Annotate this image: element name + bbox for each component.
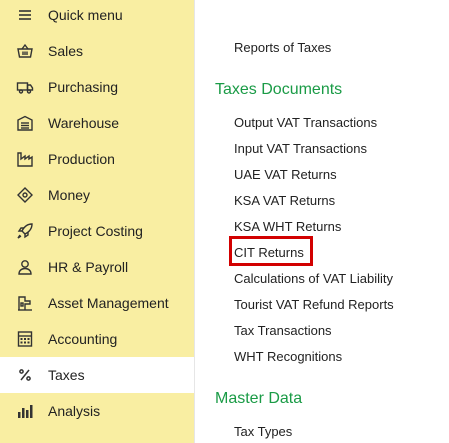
sidebar-item-taxes[interactable]: Taxes <box>0 357 194 393</box>
link-tourist-vat-refund-reports[interactable]: Tourist VAT Refund Reports <box>234 297 394 313</box>
factory-icon <box>15 149 35 169</box>
calculator-icon <box>15 329 35 349</box>
highlight-box <box>229 236 313 266</box>
sidebar-item-label: HR & Payroll <box>48 259 129 275</box>
sidebar-item-label: Accounting <box>48 331 118 347</box>
sidebar-item-label: Money <box>48 187 91 203</box>
sidebar-item-sales[interactable]: Sales <box>0 33 194 69</box>
link-wht-recognitions[interactable]: WHT Recognitions <box>234 349 342 365</box>
chart-icon <box>15 401 35 421</box>
truck-icon <box>15 77 35 97</box>
sidebar-item-label: Purchasing <box>48 79 119 95</box>
percent-icon <box>15 365 35 385</box>
sidebar-item-label: Taxes <box>48 367 85 383</box>
link-ksa-vat-returns[interactable]: KSA VAT Returns <box>234 193 335 209</box>
sidebar-item-label: Project Costing <box>48 223 143 239</box>
link-input-vat-transactions[interactable]: Input VAT Transactions <box>234 141 367 157</box>
sidebar-item-warehouse[interactable]: Warehouse <box>0 105 194 141</box>
person-icon <box>15 257 35 277</box>
sidebar-item-label: Production <box>48 151 115 167</box>
warehouse-icon <box>15 113 35 133</box>
sidebar-item-analysis[interactable]: Analysis <box>0 393 194 429</box>
money-icon <box>15 185 35 205</box>
sidebar-item-asset-management[interactable]: Asset Management <box>0 285 194 321</box>
asset-icon <box>15 293 35 313</box>
sidebar: Quick menu Sales Purchasing Warehouse Pr… <box>0 0 194 443</box>
sidebar-item-label: Warehouse <box>48 115 120 131</box>
rocket-icon <box>15 221 35 241</box>
basket-icon <box>15 41 35 61</box>
link-output-vat-transactions[interactable]: Output VAT Transactions <box>234 115 377 131</box>
sidebar-item-label: Quick menu <box>48 7 123 23</box>
sidebar-item-production[interactable]: Production <box>0 141 194 177</box>
link-tax-types[interactable]: Tax Types <box>234 424 292 440</box>
link-calculations-of-vat-liability[interactable]: Calculations of VAT Liability <box>234 271 393 287</box>
sidebar-item-label: Asset Management <box>48 295 169 311</box>
link-reports-of-taxes[interactable]: Reports of Taxes <box>234 40 331 56</box>
sidebar-item-label: Sales <box>48 43 84 59</box>
sidebar-item-project-costing[interactable]: Project Costing <box>0 213 194 249</box>
sidebar-item-label: Analysis <box>48 403 101 419</box>
link-uae-vat-returns[interactable]: UAE VAT Returns <box>234 167 337 183</box>
sidebar-item-purchasing[interactable]: Purchasing <box>0 69 194 105</box>
taxes-menu-panel: Reports of Taxes Taxes Documents Output … <box>195 0 449 443</box>
sidebar-item-money[interactable]: Money <box>0 177 194 213</box>
sidebar-item-quick-menu[interactable]: Quick menu <box>0 0 194 33</box>
section-title-taxes-documents: Taxes Documents <box>215 81 343 98</box>
sidebar-item-hr-payroll[interactable]: HR & Payroll <box>0 249 194 285</box>
link-ksa-wht-returns[interactable]: KSA WHT Returns <box>234 219 341 235</box>
link-tax-transactions[interactable]: Tax Transactions <box>234 323 332 339</box>
sidebar-item-accounting[interactable]: Accounting <box>0 321 194 357</box>
menu-icon <box>15 5 35 25</box>
section-title-master-data: Master Data <box>215 390 303 407</box>
